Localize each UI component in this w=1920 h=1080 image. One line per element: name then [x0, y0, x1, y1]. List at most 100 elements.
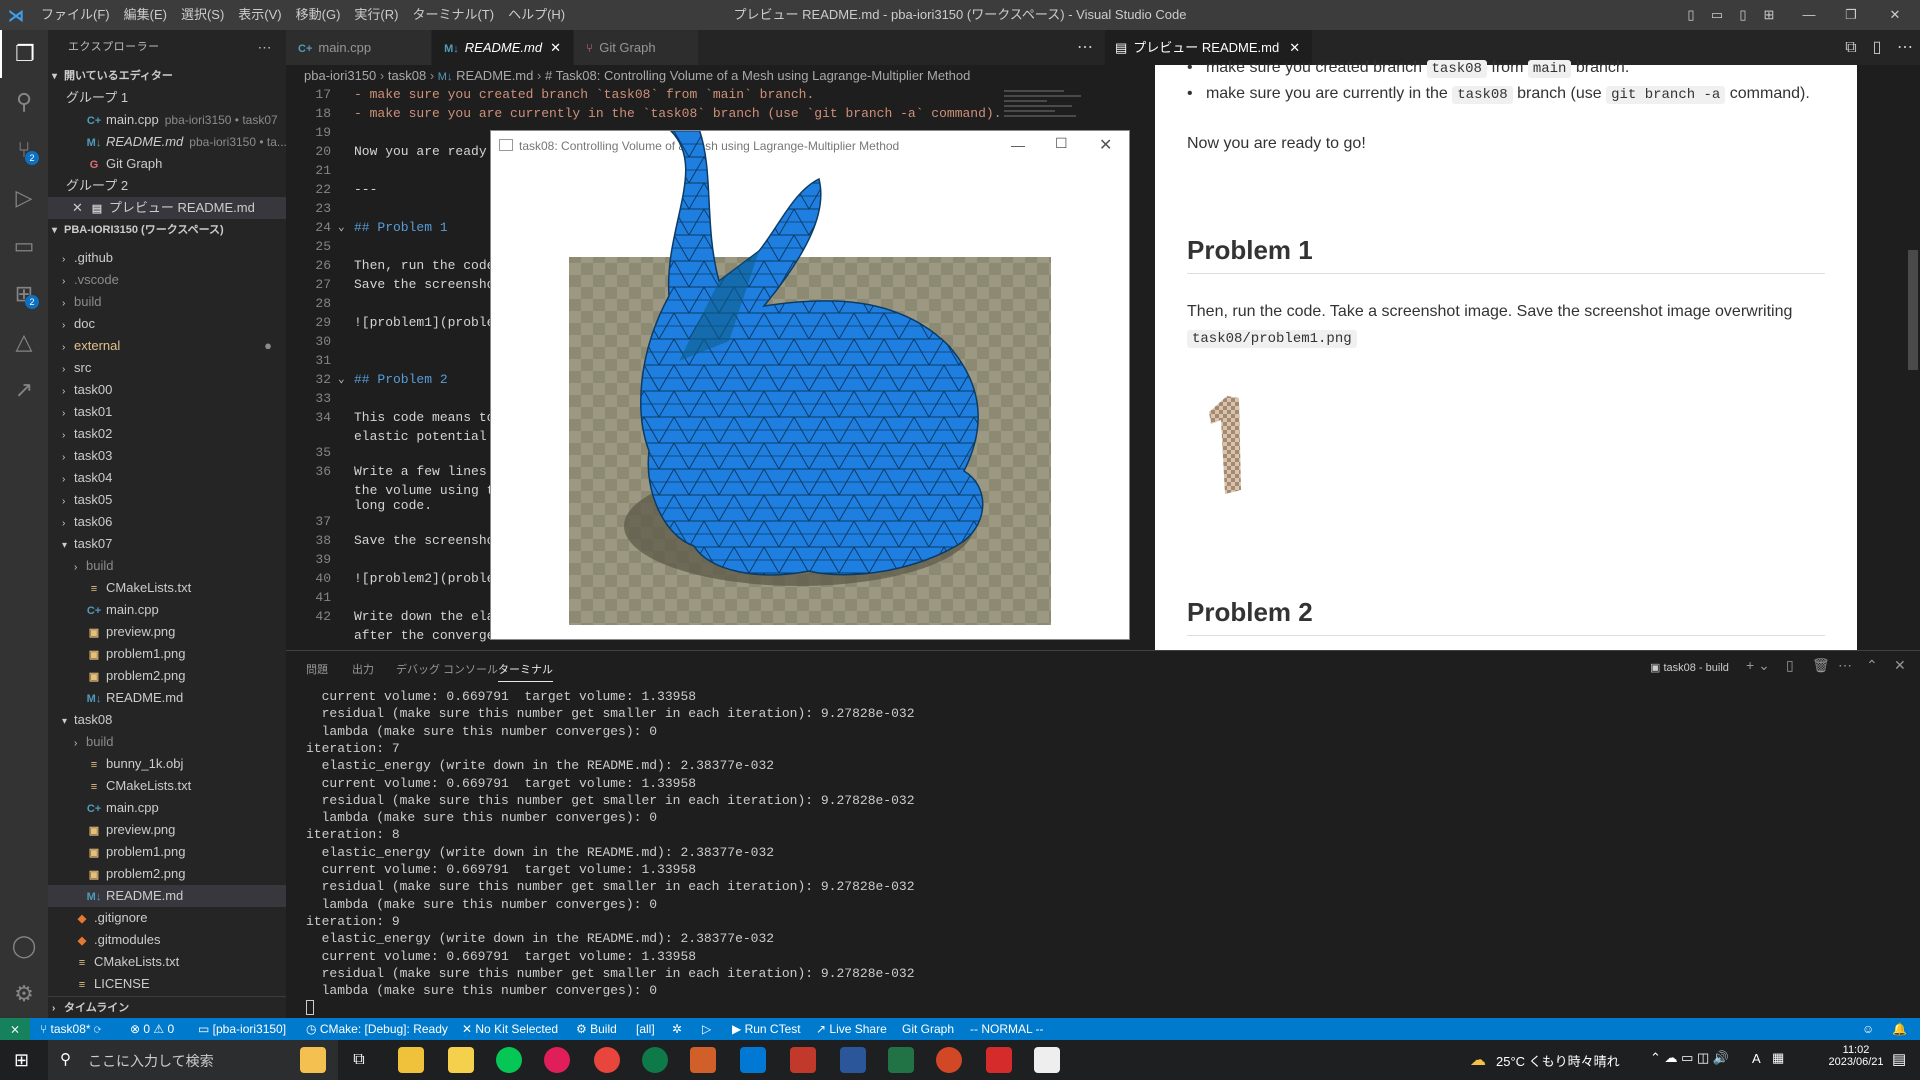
close-editor-icon[interactable]: ✕: [72, 200, 83, 215]
explorer-icon[interactable]: ❐: [0, 30, 48, 78]
file-explorer-icon[interactable]: [398, 1047, 424, 1073]
tab-main-cpp[interactable]: C+ main.cpp: [286, 30, 433, 65]
ime-indicator[interactable]: A: [1752, 1051, 1761, 1066]
tree-folder[interactable]: › build: [48, 731, 286, 753]
problems-status[interactable]: ⊗ 0 ⚠ 0: [130, 1018, 174, 1040]
launch-icon[interactable]: ▷: [702, 1018, 711, 1040]
live-share-icon[interactable]: ↗: [0, 366, 48, 414]
code-line[interactable]: Save the screensho: [354, 277, 494, 292]
open-source-icon[interactable]: ⧉: [1838, 30, 1864, 65]
breadcrumb-root[interactable]: pba-iori3150: [304, 68, 376, 83]
tree-file[interactable]: ▣ preview.png: [48, 819, 286, 841]
tree-file[interactable]: ▣ problem2.png: [48, 665, 286, 687]
tree-folder[interactable]: › build: [48, 555, 286, 577]
tree-folder[interactable]: › doc: [48, 313, 286, 335]
menu-view[interactable]: 表示(V): [231, 0, 288, 30]
editor-more-actions-icon[interactable]: ⋯: [1065, 30, 1105, 65]
terminal-selector[interactable]: ▣ task08 - build: [1650, 661, 1729, 674]
menu-terminal[interactable]: ターミナル(T): [405, 0, 501, 30]
tab-readme[interactable]: M↓ README.md ✕: [432, 30, 574, 65]
tree-file[interactable]: ◆ .gitmodules: [48, 929, 286, 951]
menu-selection[interactable]: 選択(S): [174, 0, 231, 30]
chrome-icon[interactable]: [594, 1047, 620, 1073]
more-actions-icon[interactable]: ⋯: [258, 30, 273, 65]
code-line[interactable]: elastic potential: [354, 429, 487, 444]
accounts-icon[interactable]: ◯: [0, 922, 48, 970]
code-line[interactable]: - make sure you are currently in the `ta…: [354, 106, 1002, 121]
source-control-icon[interactable]: ⑂ 2: [0, 126, 48, 174]
tree-file[interactable]: ≡ CMakeLists.txt: [48, 577, 286, 599]
maximize-panel-icon[interactable]: ⌃: [1866, 657, 1878, 674]
open-editor-item[interactable]: C+ main.cpp pba-iori3150 • task07: [48, 109, 286, 131]
weather-text[interactable]: 25°C くもり時々晴れ: [1496, 1051, 1620, 1070]
vscode-taskbar-icon[interactable]: [740, 1047, 766, 1073]
excel-icon[interactable]: [888, 1047, 914, 1073]
open-editor-item[interactable]: M↓ README.md pba-iori3150 • ta...: [48, 131, 286, 153]
slack-icon[interactable]: [544, 1047, 570, 1073]
fold-chevron-icon[interactable]: ⌄: [338, 372, 345, 386]
code-line[interactable]: Write down the ela: [354, 609, 494, 624]
tree-folder[interactable]: › task01: [48, 401, 286, 423]
tree-folder[interactable]: ▾ task08: [48, 709, 286, 731]
code-line[interactable]: ## Problem 1: [354, 220, 448, 235]
tab-problems[interactable]: 問題: [306, 661, 328, 677]
code-line[interactable]: ![problem2](proble: [354, 571, 494, 586]
code-line[interactable]: Write a few lines: [354, 464, 487, 479]
close-panel-icon[interactable]: ✕: [1894, 657, 1906, 674]
tree-file[interactable]: C+ main.cpp: [48, 797, 286, 819]
tab-output[interactable]: 出力: [352, 661, 374, 677]
tree-file[interactable]: ▣ problem1.png: [48, 643, 286, 665]
breadcrumb-symbol[interactable]: # Task08: Controlling Volume of a Mesh u…: [545, 68, 970, 83]
split-terminal-icon[interactable]: ▯: [1786, 657, 1794, 674]
tree-file[interactable]: ≡ CMakeLists.txt: [48, 951, 286, 973]
tree-file[interactable]: M↓ README.md: [48, 885, 286, 907]
cmake-status[interactable]: ◷ CMake: [Debug]: Ready: [306, 1018, 448, 1040]
tab-git-graph[interactable]: ⑂ Git Graph: [574, 30, 699, 65]
toggle-panel-icon[interactable]: ▭: [1708, 6, 1726, 24]
code-line[interactable]: ![problem1](proble: [354, 315, 494, 330]
panel-more-icon[interactable]: ⋯: [1838, 657, 1852, 674]
markdown-preview-page[interactable]: • make sure you created branch task08 fr…: [1155, 59, 1857, 650]
tree-file[interactable]: ▣ preview.png: [48, 621, 286, 643]
tree-folder[interactable]: › src: [48, 357, 286, 379]
settings-gear-icon[interactable]: ⚙: [0, 970, 48, 1018]
toggle-secondary-sidebar-icon[interactable]: ▯: [1734, 6, 1752, 24]
run-ctest-button[interactable]: ▶ Run CTest: [732, 1018, 801, 1040]
close-tab-icon[interactable]: ✕: [1289, 40, 1300, 55]
tree-folder[interactable]: › .github: [48, 247, 286, 269]
code-line[interactable]: This code means to: [354, 410, 494, 425]
breadcrumb-folder[interactable]: task08: [388, 68, 426, 83]
task-view-icon[interactable]: ⧉: [346, 1047, 372, 1073]
tree-file[interactable]: ≡ CMakeLists.txt: [48, 775, 286, 797]
line-app-icon[interactable]: [496, 1047, 522, 1073]
menu-edit[interactable]: 編集(E): [117, 0, 174, 30]
minimize-icon[interactable]: —: [1800, 6, 1818, 24]
remote-explorer-icon[interactable]: ▭: [0, 222, 48, 270]
git-graph-status[interactable]: Git Graph: [902, 1018, 954, 1040]
preview-more-actions-icon[interactable]: ⋯: [1890, 30, 1920, 65]
tree-folder[interactable]: › task05: [48, 489, 286, 511]
cmake-folder-status[interactable]: ▭ [pba-iori3150]: [198, 1018, 286, 1040]
close-tab-icon[interactable]: ✕: [550, 40, 561, 55]
code-line[interactable]: ## Problem 2: [354, 372, 448, 387]
cmake-build-button[interactable]: ⚙ Build: [576, 1018, 617, 1040]
search-highlight-icon[interactable]: [300, 1047, 326, 1073]
tree-folder[interactable]: › task06: [48, 511, 286, 533]
remote-indicator-icon[interactable]: ⨯: [0, 1018, 30, 1040]
code-line[interactable]: ---: [354, 182, 377, 197]
clock[interactable]: 11:02 2023/06/21: [1826, 1044, 1886, 1068]
new-terminal-icon[interactable]: + ⌄: [1746, 657, 1770, 674]
workspace-section[interactable]: ▾ PBA-IORI3150 (ワークスペース): [48, 219, 286, 241]
split-editor-icon[interactable]: ▯: [1864, 30, 1890, 65]
code-line[interactable]: long code.: [354, 498, 432, 513]
tree-file[interactable]: ≡ bunny_1k.obj: [48, 753, 286, 775]
gl-maximize-icon[interactable]: ☐: [1055, 135, 1068, 152]
close-window-icon[interactable]: ✕: [1886, 6, 1904, 24]
restore-icon[interactable]: ❐: [1842, 6, 1860, 24]
menu-run[interactable]: 実行(R): [347, 0, 405, 30]
menu-file[interactable]: ファイル(F): [34, 0, 117, 30]
tree-folder[interactable]: › .vscode: [48, 269, 286, 291]
tree-folder[interactable]: › task00: [48, 379, 286, 401]
tree-file[interactable]: ▣ problem2.png: [48, 863, 286, 885]
code-line[interactable]: the volume using t: [354, 483, 494, 498]
